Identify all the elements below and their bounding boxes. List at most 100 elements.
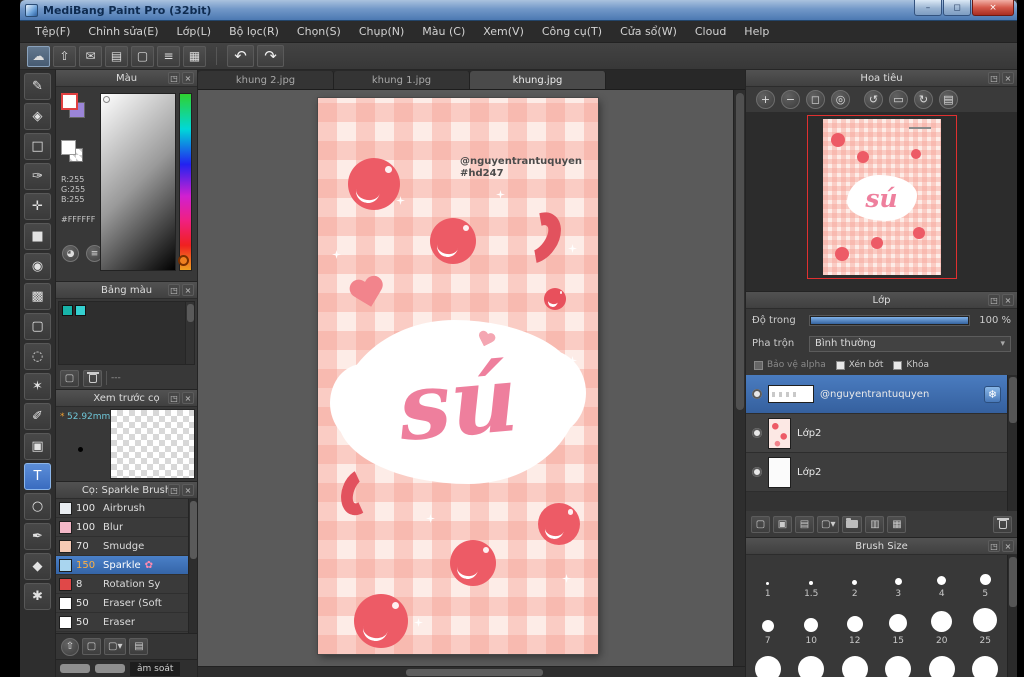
brush-size-option[interactable]: 10: [790, 602, 834, 649]
palette-swatch-cyan[interactable]: [75, 305, 86, 316]
brush-size-option[interactable]: [790, 649, 834, 677]
fill-rect-tool[interactable]: ■: [24, 223, 51, 250]
ink-brush-tool[interactable]: ✒: [24, 523, 51, 550]
close-panel-icon[interactable]: ×: [182, 284, 194, 296]
cloud-button[interactable]: ☁: [27, 45, 50, 67]
hue-bar[interactable]: [179, 93, 192, 271]
zoom-tool[interactable]: ○: [24, 493, 51, 520]
zoom-in-button[interactable]: +: [756, 90, 775, 109]
canvas-viewport[interactable]: @nguyentrantuquyen #hd247 sú: [198, 90, 733, 666]
menu-filter[interactable]: Bộ lọc(R): [220, 23, 288, 40]
secondary-color-swatch[interactable]: [61, 140, 76, 155]
lasso-tool[interactable]: ◌: [24, 343, 51, 370]
close-panel-icon[interactable]: ×: [182, 72, 194, 84]
visibility-icon[interactable]: [752, 428, 762, 438]
popout-icon[interactable]: ◳: [168, 392, 180, 404]
palette-mode-button[interactable]: ◕: [62, 245, 79, 262]
menu-snap[interactable]: Chụp(N): [350, 23, 413, 40]
cutoff-button[interactable]: [95, 664, 125, 673]
fit-screen-button[interactable]: ◻: [806, 90, 825, 109]
redo-button[interactable]: ↷: [257, 45, 284, 67]
actual-size-button[interactable]: ◎: [831, 90, 850, 109]
brush-size-option[interactable]: [964, 649, 1008, 677]
list-button[interactable]: ≡: [157, 45, 180, 67]
delete-swatch-button[interactable]: [83, 369, 102, 387]
shape-tool[interactable]: □: [24, 133, 51, 160]
comment-button[interactable]: ✉: [79, 45, 102, 67]
select-pen-tool[interactable]: ✐: [24, 403, 51, 430]
upload-button[interactable]: ⇧: [53, 45, 76, 67]
brush-list-item[interactable]: 50 Eraser: [56, 613, 188, 632]
tab-khung-2[interactable]: khung 2.jpg: [198, 71, 334, 89]
close-panel-icon[interactable]: ×: [1002, 294, 1014, 306]
brush-size-header[interactable]: Brush Size ◳ ×: [746, 538, 1017, 555]
brush-list-item[interactable]: 8 Rotation Sy: [56, 575, 188, 594]
hue-marker[interactable]: [178, 255, 189, 266]
menu-color[interactable]: Màu (C): [413, 23, 474, 40]
brush-list-item[interactable]: 50 Eraser (Soft: [56, 594, 188, 613]
palette-swatch-teal[interactable]: [62, 305, 73, 316]
menu-cloud[interactable]: Cloud: [686, 23, 735, 40]
protect-alpha-checkbox[interactable]: Bảo vệ alpha: [754, 360, 826, 370]
brush-size-option[interactable]: 4: [920, 555, 964, 602]
menu-help[interactable]: Help: [735, 23, 778, 40]
popout-icon[interactable]: ◳: [168, 284, 180, 296]
menu-select[interactable]: Chọn(S): [288, 23, 350, 40]
canvas-horizontal-scrollbar[interactable]: [198, 666, 745, 677]
popout-icon[interactable]: ◳: [988, 540, 1000, 552]
scrollbar-thumb[interactable]: [1009, 377, 1017, 423]
brush-settings-button[interactable]: ▤: [129, 638, 149, 655]
preview-panel-header[interactable]: Xem trước cọ ◳ ×: [56, 390, 197, 407]
brush-size-option[interactable]: 1.5: [790, 555, 834, 602]
popout-icon[interactable]: ◳: [168, 72, 180, 84]
brush-size-option[interactable]: 2: [833, 555, 877, 602]
move-tool[interactable]: ✛: [24, 193, 51, 220]
brush-size-option[interactable]: 1: [746, 555, 790, 602]
menu-window[interactable]: Cửa sổ(W): [611, 23, 686, 40]
opacity-slider[interactable]: [809, 315, 970, 326]
menu-view[interactable]: Xem(V): [474, 23, 533, 40]
brush-list-item[interactable]: 100 Blur: [56, 518, 188, 537]
brush-panel-header[interactable]: Cọ: Sparkle Brush ◳ ×: [56, 482, 197, 499]
popout-icon[interactable]: ◳: [988, 294, 1000, 306]
close-panel-icon[interactable]: ×: [1002, 540, 1014, 552]
scrollbar-thumb[interactable]: [190, 501, 197, 559]
marquee-tool[interactable]: ▢: [24, 313, 51, 340]
reset-view-button[interactable]: ▭: [889, 90, 908, 109]
brush-size-scrollbar[interactable]: [1007, 555, 1017, 677]
minimize-button[interactable]: –: [914, 0, 942, 16]
palette-panel-header[interactable]: Bảng màu ◳ ×: [56, 282, 197, 299]
brush-size-option[interactable]: 12: [833, 602, 877, 649]
clipping-checkbox[interactable]: Xén bớt: [835, 360, 883, 370]
undo-button[interactable]: ↶: [227, 45, 254, 67]
layer-row[interactable]: Lớp2: [746, 414, 1007, 453]
brush-size-option[interactable]: 3: [877, 555, 921, 602]
menu-tools[interactable]: Công cụ(T): [533, 23, 611, 40]
palette-swatch-area[interactable]: [58, 301, 195, 365]
text-tool[interactable]: T: [24, 463, 51, 490]
color-panel-header[interactable]: Màu ◳ ×: [56, 70, 197, 87]
brush-list-item[interactable]: 100 Airbrush: [56, 499, 188, 518]
eyedropper-tool[interactable]: ◆: [24, 553, 51, 580]
brush-size-option[interactable]: 7: [746, 602, 790, 649]
add-swatch-button[interactable]: ▢: [60, 369, 79, 387]
hand-tool[interactable]: ✱: [24, 583, 51, 610]
eraser-tool[interactable]: ◈: [24, 103, 51, 130]
popout-icon[interactable]: ◳: [988, 72, 1000, 84]
brush-tool[interactable]: ✎: [24, 73, 51, 100]
scrollbar-thumb[interactable]: [405, 669, 543, 676]
bucket-tool[interactable]: ◉: [24, 253, 51, 280]
brush-list-item-selected[interactable]: 150 Sparkle ✿: [56, 556, 188, 575]
scrollbar-thumb[interactable]: [187, 304, 194, 322]
menu-layer[interactable]: Lớp(L): [168, 23, 221, 40]
brush-size-option[interactable]: 5: [964, 555, 1008, 602]
brush-size-option[interactable]: [833, 649, 877, 677]
document-button[interactable]: ▢: [131, 45, 154, 67]
brush-list-item[interactable]: 70 Smudge: [56, 537, 188, 556]
zoom-out-button[interactable]: −: [781, 90, 800, 109]
brush-menu-button[interactable]: ▢ ▾: [104, 638, 127, 655]
close-panel-icon[interactable]: ×: [182, 392, 194, 404]
tab-khung-1[interactable]: khung 1.jpg: [334, 71, 470, 89]
layer-properties-button[interactable]: ▤: [795, 515, 814, 533]
navigator-view-rect[interactable]: [806, 115, 957, 279]
